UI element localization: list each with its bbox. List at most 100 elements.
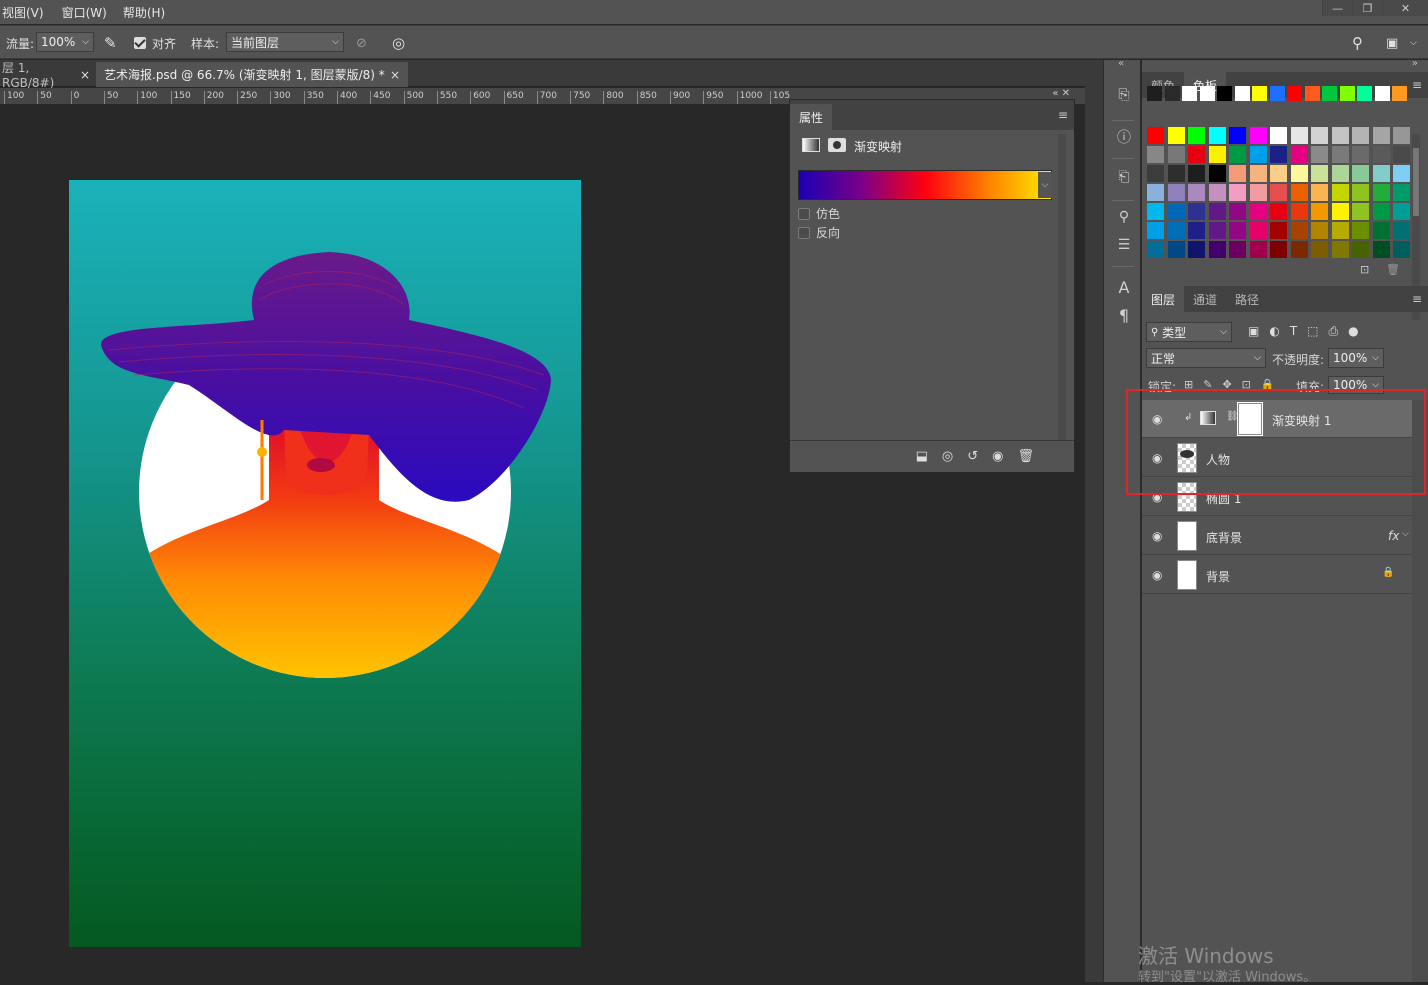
panel-menu-icon[interactable]: ≡ [1058, 108, 1068, 122]
airbrush-icon[interactable]: ✎ [104, 34, 117, 52]
workspace-icon[interactable]: ▣ [1386, 34, 1398, 52]
color-swatch[interactable] [1372, 165, 1390, 182]
color-swatch[interactable] [1167, 146, 1185, 163]
tab-paths[interactable]: 路径 [1226, 286, 1268, 312]
color-swatch[interactable] [1352, 184, 1369, 201]
color-swatch[interactable] [1270, 203, 1287, 220]
sample-select[interactable]: 当前图层 ⌵ [226, 32, 344, 52]
color-swatch[interactable] [1167, 222, 1185, 239]
tab-active-document[interactable]: 艺术海报.psd @ 66.7% (渐变映射 1, 图层蒙版/8) * × [96, 62, 408, 87]
panel-collapse-icon[interactable]: « ✕ [1052, 88, 1070, 99]
color-swatch[interactable] [1331, 127, 1349, 144]
color-swatch[interactable] [1270, 127, 1287, 144]
color-swatch[interactable] [1393, 203, 1410, 220]
view-previous-icon[interactable]: ◎ [942, 449, 953, 464]
color-swatch[interactable] [1208, 127, 1226, 144]
reverse-checkbox[interactable] [798, 226, 810, 239]
character-icon[interactable]: A [1113, 276, 1135, 298]
collapse-icon[interactable]: » [1412, 58, 1418, 69]
color-swatch[interactable] [1372, 241, 1390, 258]
color-swatch[interactable] [1249, 222, 1267, 239]
color-swatch[interactable] [1269, 86, 1285, 101]
color-swatch[interactable] [1331, 165, 1349, 182]
layer-filter-select[interactable]: ⚲ 类型 ⌵ [1146, 322, 1232, 342]
color-swatch[interactable] [1331, 184, 1349, 201]
color-swatch[interactable] [1188, 165, 1205, 182]
reset-icon[interactable]: ↺ [967, 449, 978, 464]
close-icon[interactable]: × [80, 68, 90, 82]
scrollbar[interactable] [1058, 134, 1066, 440]
color-swatch[interactable] [1147, 165, 1164, 182]
tab-channels[interactable]: 通道 [1184, 286, 1226, 312]
collapse-icon[interactable]: « [1118, 58, 1124, 69]
color-swatch[interactable] [1147, 184, 1164, 201]
tab-other-document[interactable]: 层 1, RGB/8#) × [0, 61, 92, 90]
color-swatch[interactable] [1208, 165, 1226, 182]
color-swatch[interactable] [1229, 184, 1246, 201]
filter-pixel-icon[interactable]: ▣ [1248, 324, 1259, 339]
color-swatch[interactable] [1339, 86, 1355, 101]
color-swatch[interactable] [1249, 146, 1267, 163]
color-swatch[interactable] [1393, 165, 1410, 182]
visibility-icon[interactable]: ◉ [992, 449, 1003, 464]
color-swatch[interactable] [1372, 184, 1390, 201]
color-swatch[interactable] [1393, 222, 1410, 239]
color-swatch[interactable] [1357, 86, 1372, 101]
chevron-down-icon[interactable]: ⌵ [1410, 34, 1417, 52]
color-swatch[interactable] [1208, 222, 1226, 239]
color-swatch[interactable] [1290, 184, 1308, 201]
color-swatch[interactable] [1188, 203, 1205, 220]
filter-toggle-icon[interactable]: ● [1348, 324, 1358, 339]
restore-button[interactable]: ❐ [1352, 0, 1382, 16]
fx-icon[interactable]: fx [1388, 529, 1399, 543]
color-swatch[interactable] [1167, 203, 1185, 220]
gradient-bar[interactable] [798, 170, 1052, 200]
info-icon[interactable]: ⓘ [1113, 126, 1135, 148]
color-swatch[interactable] [1229, 222, 1246, 239]
minimize-button[interactable]: — [1322, 0, 1352, 16]
filter-adjustment-icon[interactable]: ◐ [1269, 324, 1279, 339]
color-swatch[interactable] [1188, 127, 1205, 144]
filter-shape-icon[interactable]: ⬚ [1307, 324, 1318, 339]
color-swatch[interactable] [1311, 222, 1328, 239]
color-swatch[interactable] [1331, 146, 1349, 163]
color-swatch[interactable] [1393, 241, 1410, 258]
color-swatch[interactable] [1290, 222, 1308, 239]
color-swatch[interactable] [1208, 203, 1226, 220]
color-swatch[interactable] [1167, 127, 1185, 144]
color-swatch[interactable] [1188, 184, 1205, 201]
color-swatch[interactable] [1304, 86, 1320, 101]
align-checkbox[interactable] [134, 37, 146, 49]
color-swatch[interactable] [1287, 86, 1302, 101]
clip-to-layer-icon[interactable]: ⬓ [916, 449, 928, 464]
tab-layers[interactable]: 图层 [1142, 286, 1185, 312]
color-swatch[interactable] [1352, 165, 1369, 182]
color-swatch[interactable] [1270, 241, 1287, 258]
color-swatch[interactable] [1249, 203, 1267, 220]
color-swatch[interactable] [1290, 203, 1308, 220]
paragraph-icon[interactable]: ¶ [1113, 304, 1135, 326]
color-swatch[interactable] [1352, 241, 1369, 258]
trash-icon[interactable]: 🗑 [1386, 263, 1400, 276]
color-swatch[interactable] [1290, 146, 1308, 163]
opacity-input[interactable]: 100% ⌵ [1328, 348, 1384, 368]
color-swatch[interactable] [1147, 86, 1162, 101]
document-canvas[interactable] [69, 180, 581, 947]
color-swatch[interactable] [1208, 241, 1226, 258]
color-swatch[interactable] [1352, 146, 1369, 163]
color-swatch[interactable] [1311, 127, 1328, 144]
color-swatch[interactable] [1167, 184, 1185, 201]
color-swatch[interactable] [1311, 165, 1328, 182]
menu-view[interactable]: 视图(V) [0, 4, 52, 21]
color-swatch[interactable] [1372, 203, 1390, 220]
color-swatch[interactable] [1290, 127, 1308, 144]
color-swatch[interactable] [1392, 86, 1407, 101]
color-swatch[interactable] [1311, 184, 1328, 201]
tab-properties[interactable]: 属性 [790, 104, 833, 130]
eye-icon[interactable]: ◉ [1152, 569, 1168, 581]
color-swatch[interactable] [1188, 222, 1205, 239]
panel-menu-icon[interactable]: ≡ [1412, 78, 1422, 92]
color-swatch[interactable] [1182, 86, 1197, 101]
color-swatch[interactable] [1229, 241, 1246, 258]
color-swatch[interactable] [1270, 184, 1287, 201]
